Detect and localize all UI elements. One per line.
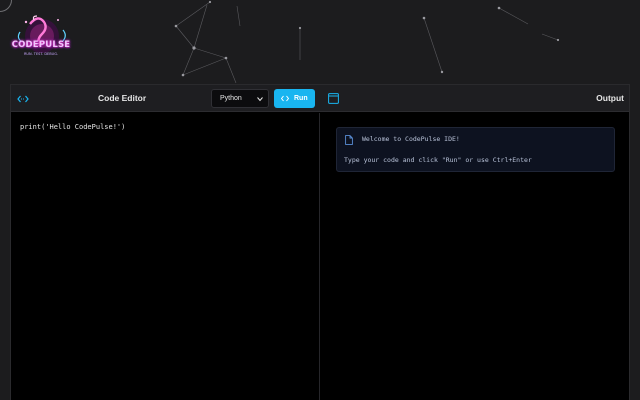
output-title: Output [596, 93, 624, 103]
output-pane: Welcome to CodePulse IDE! Type your code… [321, 113, 629, 400]
output-message-box: Welcome to CodePulse IDE! Type your code… [336, 127, 615, 172]
code-line: print('Hello CodePulse!') [20, 123, 126, 131]
document-icon [345, 135, 353, 145]
terminal-window-icon [328, 93, 339, 104]
usage-hint: Type your code and click "Run" or use Ct… [344, 156, 532, 164]
logo-tagline: RUN. TEST. DEBUG. [23, 52, 59, 56]
welcome-message: Welcome to CodePulse IDE! [362, 135, 460, 143]
code-editor[interactable]: print('Hello CodePulse!') [11, 113, 320, 400]
ide-toolbar: Code Editor Python Run Output [11, 85, 629, 112]
logo-wordmark: CODEPULSE [11, 40, 71, 50]
language-select[interactable]: Python [211, 89, 269, 108]
ide-panel: Code Editor Python Run Output print('Hel… [10, 84, 630, 400]
code-arrows-icon [281, 95, 289, 102]
run-button[interactable]: Run [274, 89, 315, 108]
chevron-down-icon [257, 97, 263, 102]
language-select-value: Python [220, 95, 242, 102]
editor-title: Code Editor [98, 93, 147, 103]
run-button-label: Run [294, 95, 308, 102]
background-network [174, 0, 560, 84]
code-brackets-icon [17, 95, 29, 103]
